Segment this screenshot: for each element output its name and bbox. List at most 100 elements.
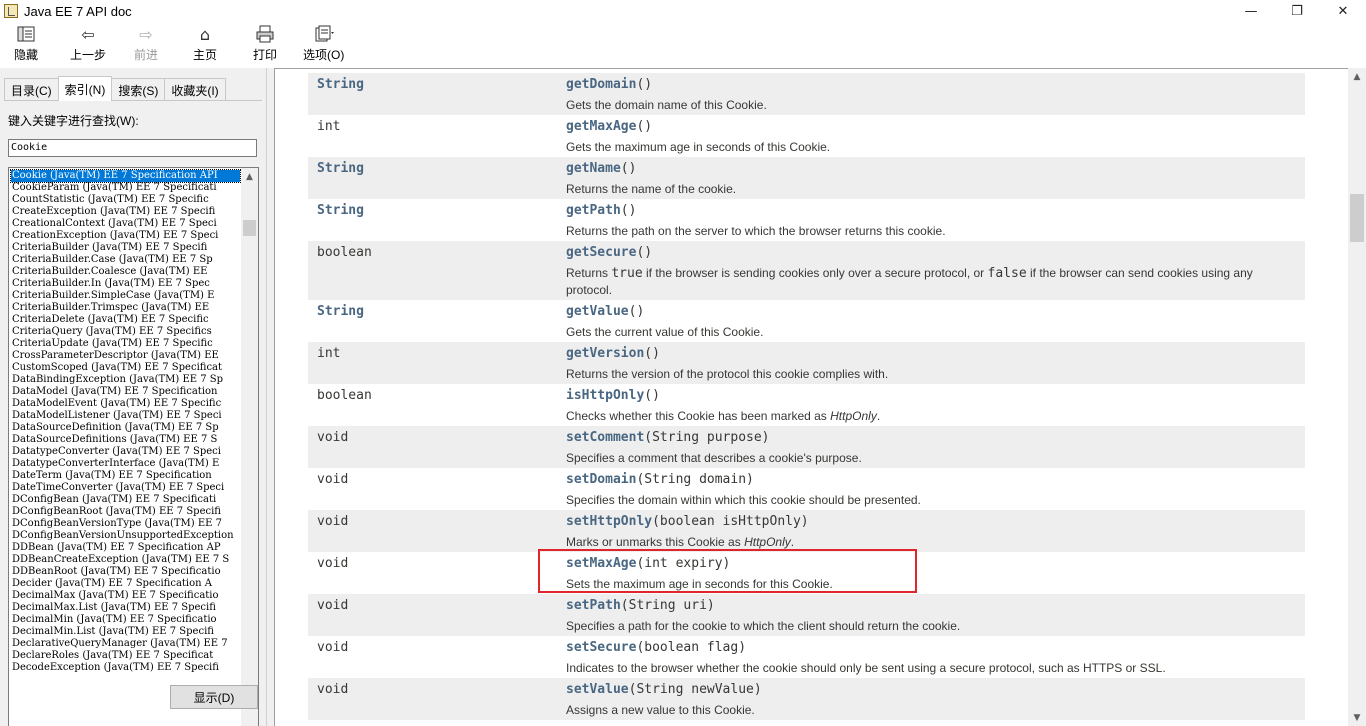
method-name-link[interactable]: isHttpOnly [566, 388, 644, 403]
method-name-link[interactable]: setValue [566, 682, 629, 697]
index-list-item[interactable]: CustomScoped (Java(TM) EE 7 Specificat [11, 362, 240, 374]
index-list-item[interactable]: DateTimeConverter (Java(TM) EE 7 Speci [11, 482, 240, 494]
tab-search[interactable]: 搜索(S) [111, 78, 166, 101]
minimize-button[interactable]: — [1228, 0, 1274, 22]
hide-button[interactable]: 隐藏 [14, 24, 38, 64]
method-name-link[interactable]: getSecure [566, 245, 636, 260]
method-description: Marks or unmarks this Cookie as HttpOnly… [566, 534, 1296, 550]
return-type-link[interactable]: String [317, 77, 364, 92]
index-list-item[interactable]: DecimalMax (Java(TM) EE 7 Specificatio [11, 590, 240, 602]
index-list-item[interactable]: DeclareRoles (Java(TM) EE 7 Specificat [11, 650, 240, 662]
return-type-link[interactable]: String [317, 304, 364, 319]
scroll-up-arrow-icon[interactable]: ▲ [1348, 68, 1366, 85]
method-params: () [636, 77, 653, 92]
index-list-item[interactable]: DConfigBeanRoot (Java(TM) EE 7 Specifi [11, 506, 240, 518]
return-type: void [317, 556, 349, 571]
index-list-item[interactable]: DConfigBeanVersionUnsupportedException [11, 530, 240, 542]
index-list-item[interactable]: CriteriaBuilder.Case (Java(TM) EE 7 Sp [11, 254, 240, 266]
method-name-link[interactable]: setHttpOnly [566, 514, 652, 529]
pane-splitter[interactable] [266, 68, 274, 726]
index-list-item[interactable]: DeclarativeQueryManager (Java(TM) EE 7 [11, 638, 240, 650]
print-button[interactable]: 打印 [253, 24, 277, 64]
index-list-item[interactable]: DecimalMin.List (Java(TM) EE 7 Specifi [11, 626, 240, 638]
method-name-link[interactable]: getPath [566, 203, 621, 218]
scroll-up-arrow-icon[interactable]: ▲ [241, 168, 258, 185]
method-name-link[interactable]: getName [566, 161, 621, 176]
index-list-item[interactable]: DataSourceDefinitions (Java(TM) EE 7 S [11, 434, 240, 446]
options-button[interactable]: 选项(O) [303, 24, 344, 64]
index-list-item[interactable]: DDBean (Java(TM) EE 7 Specification AP [11, 542, 240, 554]
hide-pane-icon [16, 24, 36, 44]
return-type-link[interactable]: String [317, 203, 364, 218]
index-list-item[interactable]: CreateException (Java(TM) EE 7 Specifi [11, 206, 240, 218]
method-description: Specifies the domain within which this c… [566, 492, 1296, 508]
scroll-down-arrow-icon[interactable]: ▼ [1348, 709, 1366, 726]
method-description: Returns true if the browser is sending c… [566, 265, 1296, 298]
method-description: Specifies a path for the cookie to which… [566, 618, 1296, 634]
method-signature: setComment(String purpose) [566, 430, 770, 445]
index-list-item[interactable]: CookieParam (Java(TM) EE 7 Specificati [11, 182, 240, 194]
method-name-link[interactable]: setDomain [566, 472, 636, 487]
index-list-item[interactable]: DataModel (Java(TM) EE 7 Specification [11, 386, 240, 398]
index-list-item[interactable]: DataModelEvent (Java(TM) EE 7 Specific [11, 398, 240, 410]
tab-favorites[interactable]: 收藏夹(I) [164, 78, 226, 101]
toolbar: 隐藏 ⇦ 上一步 ⇨ 前进 ⌂ 主页 打印 选项(O) [0, 22, 1366, 66]
method-description: Indicates to the browser whether the coo… [566, 660, 1296, 676]
method-name-link[interactable]: getVersion [566, 346, 644, 361]
index-list-item[interactable]: DataSourceDefinition (Java(TM) EE 7 Sp [11, 422, 240, 434]
index-list-item[interactable]: DConfigBeanVersionType (Java(TM) EE 7 [11, 518, 240, 530]
content-scroll-thumb[interactable] [1350, 194, 1364, 242]
index-list-item[interactable]: CriteriaBuilder (Java(TM) EE 7 Specifi [11, 242, 240, 254]
index-list-item[interactable]: CriteriaBuilder.In (Java(TM) EE 7 Spec [11, 278, 240, 290]
index-list-item[interactable]: DatatypeConverterInterface (Java(TM) E [11, 458, 240, 470]
index-list-item[interactable]: CriteriaBuilder.Coalesce (Java(TM) EE [11, 266, 240, 278]
index-list-item[interactable]: CrossParameterDescriptor (Java(TM) EE [11, 350, 240, 362]
index-list-item[interactable]: DatatypeConverter (Java(TM) EE 7 Speci [11, 446, 240, 458]
index-list-scrollbar[interactable]: ▲ ▼ [241, 168, 258, 726]
method-name-link[interactable]: setComment [566, 430, 644, 445]
tab-index[interactable]: 索引(N) [57, 76, 113, 101]
index-list-item[interactable]: CriteriaBuilder.Trimspec (Java(TM) EE [11, 302, 240, 314]
index-list-item[interactable]: DecimalMin (Java(TM) EE 7 Specificatio [11, 614, 240, 626]
method-name-link[interactable]: getMaxAge [566, 119, 636, 134]
index-list-item[interactable]: DDBeanRoot (Java(TM) EE 7 Specificatio [11, 566, 240, 578]
display-button[interactable]: 显示(D) [170, 685, 258, 709]
content-scrollbar[interactable]: ▲ ▼ [1348, 68, 1366, 726]
keyword-input[interactable]: Cookie [8, 139, 257, 157]
description-text: Specifies the domain within which this c… [566, 493, 921, 507]
index-list-item[interactable]: DateTerm (Java(TM) EE 7 Specification [11, 470, 240, 482]
method-name-link[interactable]: setPath [566, 598, 621, 613]
restore-button[interactable]: ❐ [1274, 0, 1320, 22]
index-list-item[interactable]: DataBindingException (Java(TM) EE 7 Sp [11, 374, 240, 386]
home-button[interactable]: ⌂ 主页 [193, 24, 217, 64]
index-list-item[interactable]: CriteriaUpdate (Java(TM) EE 7 Specific [11, 338, 240, 350]
method-params: (String uri) [620, 598, 715, 613]
index-list[interactable]: Cookie (Java(TM) EE 7 Specification API C… [8, 167, 259, 726]
return-type-link[interactable]: String [317, 161, 364, 176]
index-list-item[interactable]: DecodeException (Java(TM) EE 7 Specifi [11, 662, 240, 674]
index-list-item[interactable]: CriteriaBuilder.SimpleCase (Java(TM) E [11, 290, 240, 302]
method-name-link[interactable]: setMaxAge [566, 556, 636, 571]
back-button[interactable]: ⇦ 上一步 [70, 24, 106, 64]
index-list-item[interactable]: Cookie (Java(TM) EE 7 Specification API [10, 169, 241, 183]
method-name-link[interactable]: getValue [566, 304, 629, 319]
scroll-thumb[interactable] [243, 220, 256, 236]
index-list-item[interactable]: DDBeanCreateException (Java(TM) EE 7 S [11, 554, 240, 566]
index-list-item[interactable]: Decider (Java(TM) EE 7 Specification A [11, 578, 240, 590]
index-list-item[interactable]: DConfigBean (Java(TM) EE 7 Specificati [11, 494, 240, 506]
index-list-item[interactable]: CriteriaDelete (Java(TM) EE 7 Specific [11, 314, 240, 326]
method-name-link[interactable]: getDomain [566, 77, 636, 92]
tab-contents[interactable]: 目录(C) [4, 78, 59, 101]
index-list-item[interactable]: CriteriaQuery (Java(TM) EE 7 Specifics [11, 326, 240, 338]
index-list-item[interactable]: CreationException (Java(TM) EE 7 Speci [11, 230, 240, 242]
method-name-link[interactable]: setSecure [566, 640, 636, 655]
index-list-item[interactable]: CreationalContext (Java(TM) EE 7 Speci [11, 218, 240, 230]
index-list-item[interactable]: CountStatistic (Java(TM) EE 7 Specific [11, 194, 240, 206]
description-text: if the browser is sending cookies only o… [642, 266, 988, 280]
description-text: Returns the version of the protocol this… [566, 367, 889, 381]
forward-button[interactable]: ⇨ 前进 [134, 24, 158, 64]
close-button[interactable]: ✕ [1320, 0, 1366, 22]
index-list-item[interactable]: DataModelListener (Java(TM) EE 7 Speci [11, 410, 240, 422]
index-list-item[interactable]: DecimalMax.List (Java(TM) EE 7 Specifi [11, 602, 240, 614]
title-bar: Java EE 7 API doc — ❐ ✕ [0, 0, 1366, 22]
